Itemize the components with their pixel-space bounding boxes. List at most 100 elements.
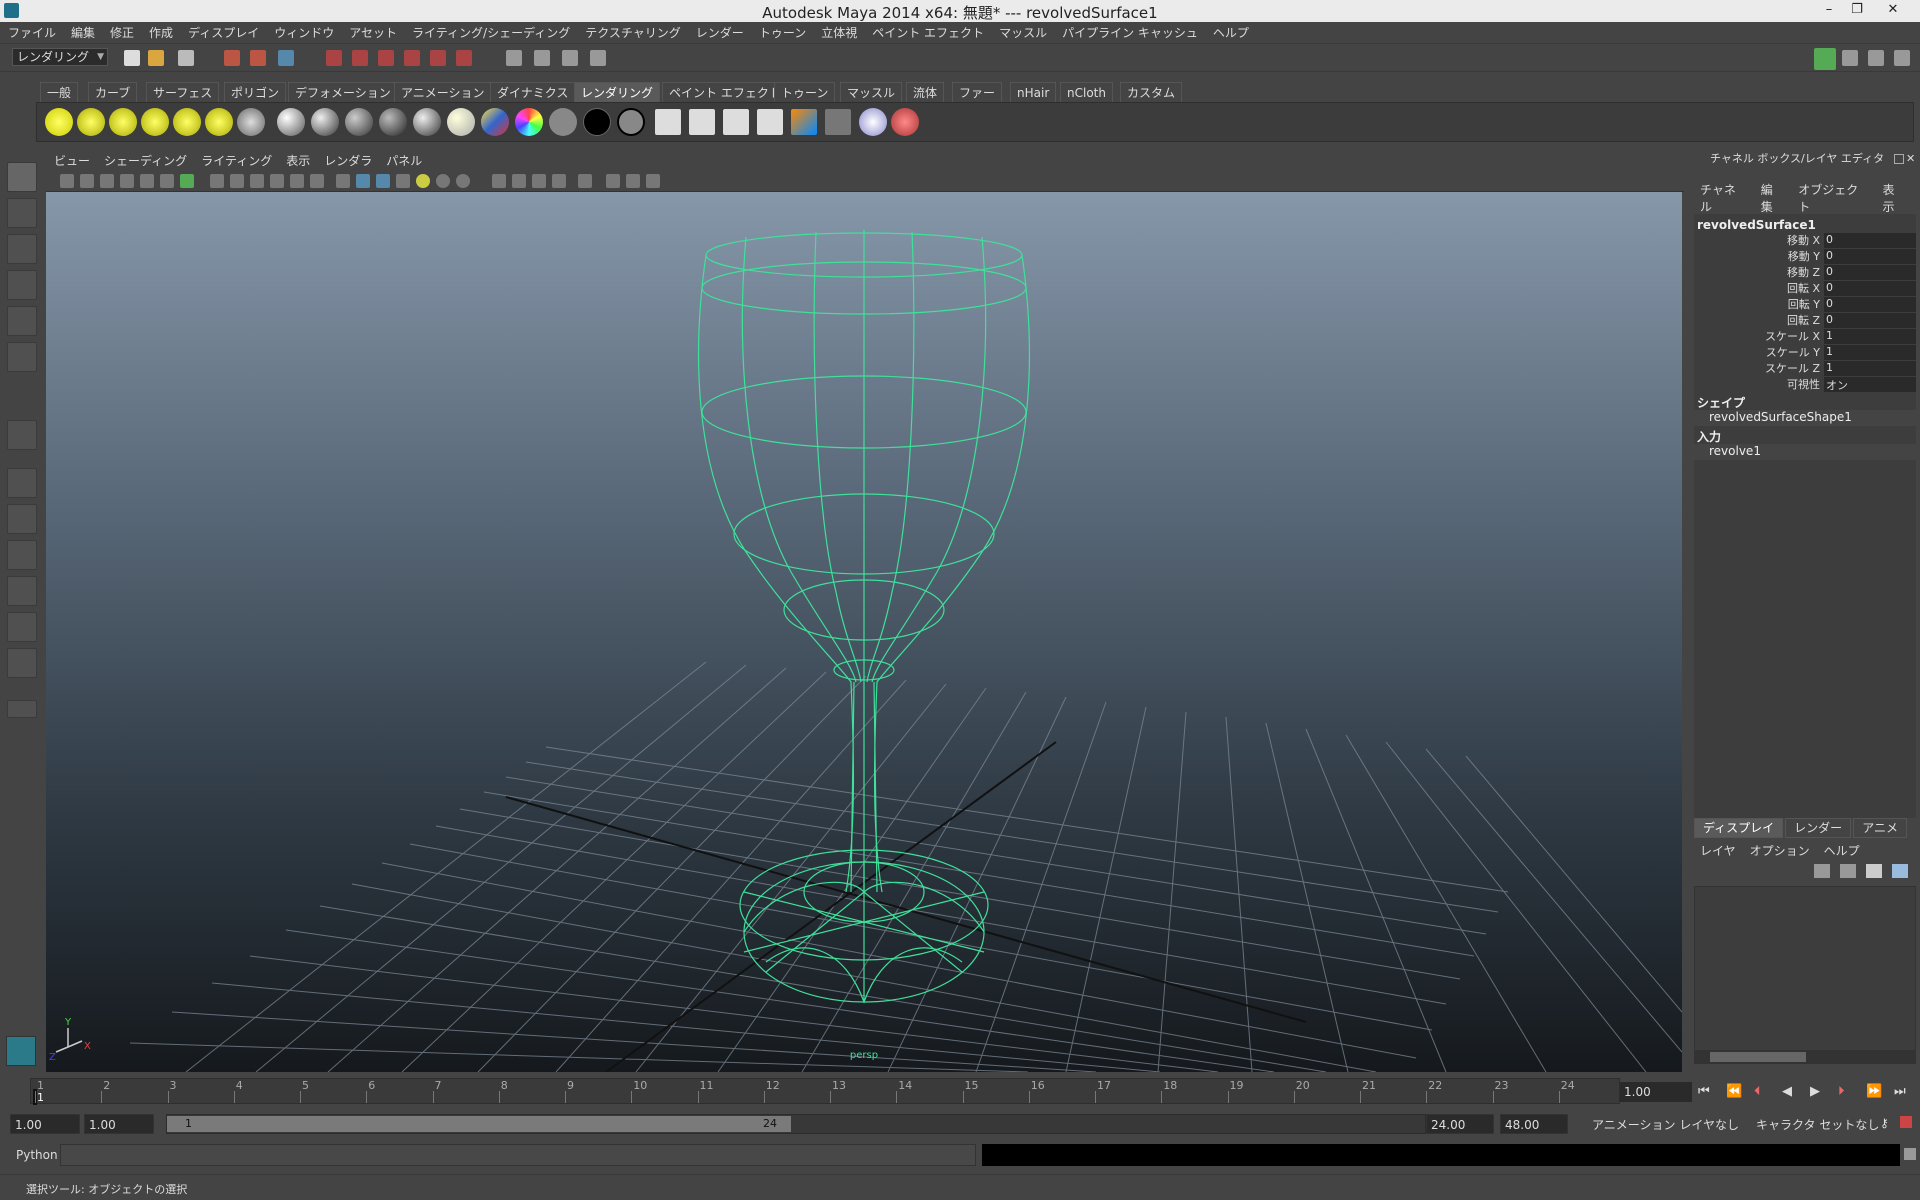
attr-row[interactable]: スケール Z 1 (1694, 360, 1916, 376)
move-tool-icon[interactable] (7, 270, 37, 300)
image-plane-icon[interactable] (120, 174, 134, 188)
attr-value[interactable]: 1 (1824, 360, 1916, 376)
range-slider[interactable]: 1 24 (166, 1114, 1426, 1134)
object-name[interactable]: revolvedSurface1 (1694, 214, 1916, 232)
camera-attributes-icon[interactable] (80, 174, 94, 188)
shelf-tab-dynamics[interactable]: ダイナミクス (490, 82, 576, 102)
layer-tab-anim[interactable]: アニメ (1853, 818, 1907, 838)
menu-muscle[interactable]: マッスル (999, 24, 1047, 41)
attr-value[interactable]: オン (1824, 376, 1916, 392)
menu-window[interactable]: ウィンドウ (274, 24, 334, 41)
attr-row[interactable]: 可視性 オン (1694, 376, 1916, 392)
shelf-tab-fluids[interactable]: 流体 (906, 82, 945, 102)
safe-action-icon[interactable] (290, 174, 304, 188)
paint-select-tool-icon[interactable] (7, 234, 37, 264)
menu-edit[interactable]: 編集 (71, 24, 95, 41)
play-forwards-button[interactable]: ▶ (1810, 1084, 1820, 1099)
view-cube-icon[interactable] (626, 174, 640, 188)
attr-value[interactable]: 1 (1824, 328, 1916, 344)
render-settings-icon[interactable] (590, 50, 606, 66)
panel-menu-view[interactable]: ビュー (54, 152, 90, 169)
ambient-light-icon[interactable] (45, 108, 73, 136)
layer-menu-layers[interactable]: レイヤ (1700, 842, 1736, 859)
lambert-material-icon[interactable] (345, 108, 373, 136)
select-tool-icon[interactable] (7, 162, 37, 192)
attr-value[interactable]: 0 (1824, 264, 1916, 280)
shelf-tab-general[interactable]: 一般 (40, 82, 79, 102)
go-to-start-button[interactable]: ⏮ (1698, 1084, 1710, 1099)
gate-mask-icon[interactable] (250, 174, 264, 188)
input-node[interactable]: revolve1 (1694, 444, 1916, 460)
minimize-button[interactable]: – (1816, 0, 1842, 20)
resolution-gate-icon[interactable] (230, 174, 244, 188)
maximize-button[interactable]: ❐ (1844, 0, 1870, 20)
wireframe-cube-icon[interactable] (606, 174, 620, 188)
scale-tool-icon[interactable] (7, 342, 37, 372)
panel-menu-show[interactable]: 表示 (286, 152, 310, 169)
area-light-icon[interactable] (173, 108, 201, 136)
attr-value[interactable]: 0 (1824, 280, 1916, 296)
channel-box-close-icon[interactable]: ✕ (1906, 152, 1915, 165)
tool-settings-toggle-icon[interactable] (1842, 50, 1858, 66)
attr-row[interactable]: スケール X 1 (1694, 328, 1916, 344)
camera-icon[interactable] (237, 108, 265, 136)
shading-map-icon[interactable] (515, 108, 543, 136)
spot-light-icon[interactable] (141, 108, 169, 136)
snap-point-icon[interactable] (378, 50, 394, 66)
wireframe-on-shaded-icon[interactable] (376, 174, 390, 188)
layer-tab-render[interactable]: レンダー (1785, 818, 1852, 838)
move-layer-up-icon[interactable] (1814, 864, 1830, 878)
step-forward-key-button[interactable]: ⏩ (1866, 1084, 1882, 1099)
step-back-key-button[interactable]: ⏪ (1726, 1084, 1742, 1099)
menu-modify[interactable]: 修正 (110, 24, 134, 41)
perspective-viewport[interactable]: persp Y X Z (46, 192, 1682, 1072)
shelf-tab-surfaces[interactable]: サーフェス (146, 82, 220, 102)
hypershade-persp-layout-icon[interactable] (7, 612, 37, 642)
attr-row[interactable]: 回転 X 0 (1694, 280, 1916, 296)
attr-row[interactable]: 移動 Y 0 (1694, 248, 1916, 264)
layer-menu-help[interactable]: ヘルプ (1824, 842, 1860, 859)
persp-graph-layout-icon[interactable] (7, 576, 37, 606)
blinn-material-icon[interactable] (311, 108, 339, 136)
textured-icon[interactable] (396, 174, 410, 188)
new-empty-layer-icon[interactable] (1866, 864, 1882, 878)
channel-box-float-icon[interactable] (1894, 154, 1904, 164)
menu-display[interactable]: ディスプレイ (188, 24, 259, 41)
shape-node[interactable]: revolvedSurfaceShape1 (1694, 410, 1916, 426)
phong-material-icon[interactable] (379, 108, 407, 136)
bookmarks-icon[interactable] (100, 174, 114, 188)
menu-create[interactable]: 作成 (149, 24, 173, 41)
timeline[interactable]: 1 1 2 3 4 5 6 7 8 9 10 11 12 13 14 15 16 17 18 19 20 21 22 23 2… (30, 1078, 1620, 1105)
attr-row[interactable]: スケール Y 1 (1694, 344, 1916, 360)
attr-value[interactable]: 0 (1824, 312, 1916, 328)
select-object-icon[interactable] (250, 50, 266, 66)
snap-view-plane-icon[interactable] (404, 50, 420, 66)
select-camera-icon[interactable] (60, 174, 74, 188)
script-language-label[interactable]: Python (16, 1148, 58, 1162)
shelf-tab-fur[interactable]: ファー (952, 82, 1003, 102)
step-forward-frame-button[interactable]: ⏵ (1838, 1084, 1845, 1099)
phonge-material-icon[interactable] (413, 108, 441, 136)
current-frame-field[interactable]: 1.00 (1620, 1082, 1692, 1102)
shelf-tab-rendering[interactable]: レンダリング (574, 82, 661, 102)
menu-stereo[interactable]: 立体視 (821, 24, 857, 41)
surface-shader-icon[interactable] (549, 108, 577, 136)
channel-menu-edit[interactable]: 編集 (1761, 181, 1784, 215)
select-component-icon[interactable] (278, 50, 294, 66)
shelf-tab-animation[interactable]: アニメーション (394, 82, 492, 102)
persp-graph-hypergraph-layout-icon[interactable] (7, 648, 37, 678)
script-editor-icon[interactable] (1904, 1148, 1916, 1160)
field-chart-icon[interactable] (270, 174, 284, 188)
new-scene-icon[interactable] (124, 50, 140, 66)
menu-toon[interactable]: トゥーン (759, 24, 806, 41)
single-perspective-layout-icon[interactable] (7, 468, 37, 498)
attr-row[interactable]: 回転 Z 0 (1694, 312, 1916, 328)
panel-menu-lighting[interactable]: ライティング (201, 152, 272, 169)
render-layer-icon[interactable] (825, 109, 851, 135)
x-ray-active-icon[interactable] (532, 174, 546, 188)
safe-title-icon[interactable] (310, 174, 324, 188)
character-set-dropdown[interactable]: キャラクタ セットなし (1756, 1116, 1879, 1133)
menu-render[interactable]: レンダー (696, 24, 744, 41)
preferences-icon[interactable] (1900, 1116, 1912, 1128)
smooth-shade-icon[interactable] (356, 174, 370, 188)
